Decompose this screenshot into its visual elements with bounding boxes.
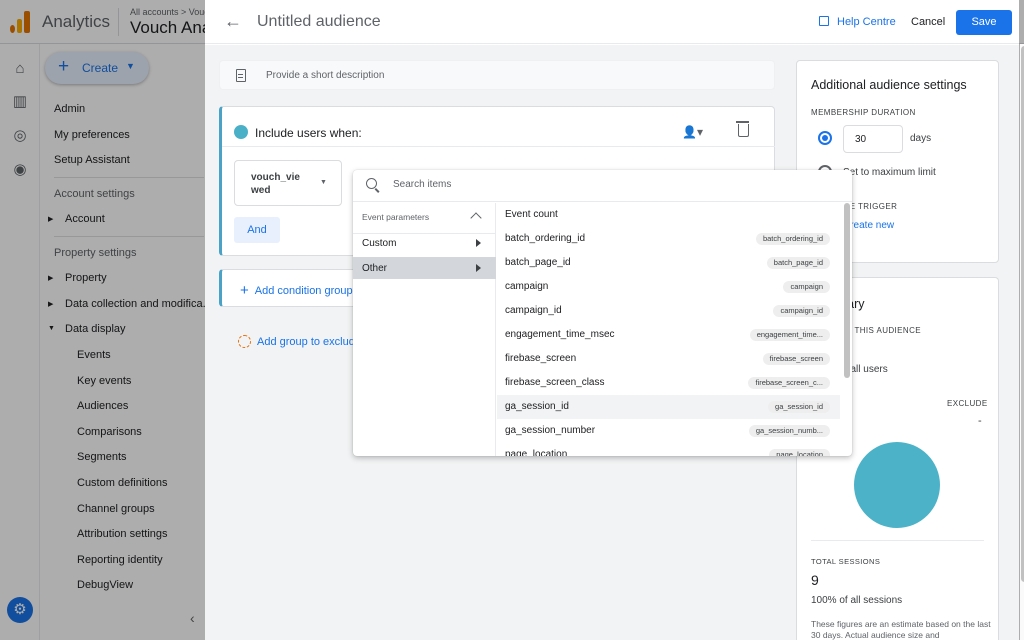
item-name: ga_session_number (505, 425, 596, 436)
delete-icon[interactable] (736, 121, 749, 137)
category-label: Other (362, 263, 388, 274)
list-item[interactable]: ga_session_number ga_session_numb... (497, 419, 840, 443)
exclude-dot-icon (238, 335, 251, 348)
item-id-badge: campaign_id (773, 305, 830, 317)
sessions-percentage: 100% of all sessions (811, 595, 903, 606)
chevron-up-icon[interactable] (470, 212, 482, 224)
summary-exclude-value: - (978, 415, 982, 427)
days-label: days (910, 133, 932, 144)
audience-pie-chart (854, 442, 940, 528)
list-item[interactable]: firebase_screen firebase_screen (497, 347, 840, 371)
category-label: Custom (362, 238, 397, 249)
additional-settings-title: Additional audience settings (811, 78, 967, 92)
add-condition-group-label: Add condition group (254, 285, 353, 297)
search-icon (366, 178, 377, 189)
item-name: batch_page_id (505, 257, 571, 268)
search-input[interactable] (393, 179, 833, 190)
category-header[interactable]: Event parameters (362, 212, 429, 222)
and-button[interactable]: And (234, 217, 280, 243)
description-icon (236, 69, 246, 82)
item-id-badge: batch_page_id (766, 257, 830, 269)
list-item[interactable]: campaign_id campaign_id (497, 299, 840, 323)
category-item-other[interactable]: Other (353, 257, 496, 279)
description-field[interactable]: Provide a short description (219, 60, 775, 90)
summary-divider (811, 540, 984, 541)
caret-down-icon: ▼ (320, 179, 327, 186)
help-centre-label: Help Centre (837, 16, 896, 28)
condition-chip-label: vouch_viewed (251, 172, 300, 196)
item-name: Event count (505, 209, 558, 220)
item-name: page_location (505, 449, 568, 456)
item-id-badge: firebase_screen (762, 353, 830, 365)
total-sessions-value: 9 (811, 572, 819, 588)
item-name: ga_session_id (505, 401, 569, 412)
list-item[interactable]: page_location page_location (497, 443, 840, 456)
arrow-right-icon (476, 239, 481, 247)
item-name: batch_ordering_id (505, 233, 586, 244)
plus-icon: + (240, 282, 249, 299)
person-scope-icon[interactable]: 👤▾ (682, 125, 703, 139)
add-condition-group-button[interactable]: + Add condition group (240, 282, 353, 299)
list-item[interactable]: batch_page_id batch_page_id (497, 251, 840, 275)
arrow-right-icon (476, 264, 481, 272)
estimate-note: These figures are an estimate based on t… (811, 619, 991, 640)
summary-exclude-label: EXCLUDE (947, 399, 988, 408)
item-name: firebase_screen_class (505, 377, 605, 388)
list-item[interactable]: Event count (497, 203, 840, 227)
popup-scrollbar-thumb[interactable] (844, 203, 850, 378)
include-dot-icon (234, 125, 248, 139)
cancel-button[interactable]: Cancel (911, 16, 945, 28)
condition-dimension-select[interactable]: vouch_viewed ▼ (234, 160, 342, 206)
item-name: engagement_time_msec (505, 329, 615, 340)
membership-duration-label: MEMBERSHIP DURATION (811, 108, 916, 117)
days-input[interactable]: 30 (843, 125, 903, 153)
category-column: Event parameters Custom Other (353, 203, 496, 456)
items-list: Event count batch_ordering_id batch_orde… (497, 203, 852, 456)
help-centre-link[interactable]: Help Centre (819, 16, 896, 28)
include-users-title: Include users when: (255, 126, 362, 140)
item-id-badge: batch_ordering_id (755, 233, 830, 245)
save-button[interactable]: Save (956, 10, 1012, 35)
duration-days-radio[interactable] (818, 131, 832, 145)
audience-title[interactable]: Untitled audience (257, 13, 381, 31)
add-exclude-group-button[interactable]: Add group to exclude (238, 335, 361, 348)
max-limit-label: Set to maximum limit (843, 167, 936, 178)
item-id-badge: firebase_screen_c... (748, 377, 830, 389)
list-item[interactable]: campaign campaign (497, 275, 840, 299)
item-name: campaign_id (505, 305, 562, 316)
panel-header: ← Untitled audience Help Centre Cancel S… (205, 0, 1019, 44)
list-item[interactable]: firebase_screen_class firebase_screen_c.… (497, 371, 840, 395)
open-in-new-icon (819, 16, 829, 26)
category-item-custom[interactable]: Custom (353, 232, 496, 254)
arrow-back-icon[interactable]: ← (224, 10, 242, 32)
item-id-badge: ga_session_id (768, 401, 830, 413)
item-id-badge: ga_session_numb... (748, 425, 830, 437)
item-name: firebase_screen (505, 353, 577, 364)
item-id-badge: page_location (769, 449, 830, 456)
condition-group-header: Include users when: 👤▾ (222, 107, 775, 147)
item-id-badge: campaign (783, 281, 830, 293)
description-placeholder: Provide a short description (266, 70, 385, 81)
search-row (353, 170, 852, 202)
total-sessions-label: TOTAL SESSIONS (811, 557, 881, 566)
list-item[interactable]: batch_ordering_id batch_ordering_id (497, 227, 840, 251)
item-id-badge: engagement_time... (749, 329, 830, 341)
add-exclude-group-label: Add group to exclude (257, 336, 361, 348)
list-item[interactable]: ga_session_id ga_session_id (497, 395, 840, 419)
list-item[interactable]: engagement_time_msec engagement_time... (497, 323, 840, 347)
dimension-picker-popup: Event parameters Custom Other Event coun… (353, 170, 852, 456)
item-name: campaign (505, 281, 549, 292)
